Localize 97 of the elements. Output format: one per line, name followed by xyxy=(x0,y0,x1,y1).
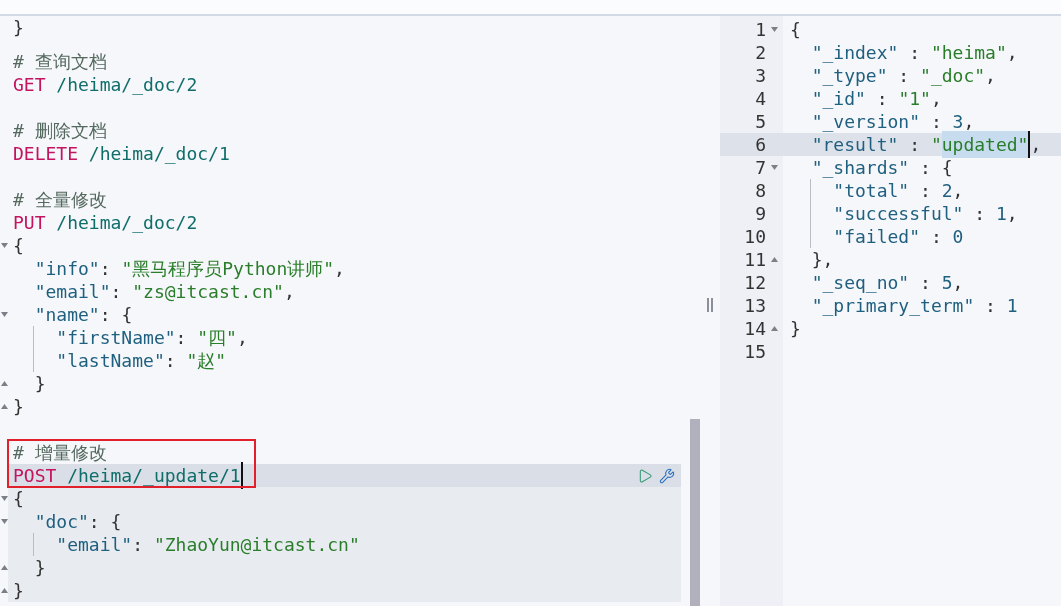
json-number: 1 xyxy=(1006,294,1018,318)
punctuation: , xyxy=(283,280,295,304)
line-number: 15 xyxy=(743,340,766,364)
line-number: 14 xyxy=(743,317,766,341)
punctuation: : xyxy=(984,294,997,318)
line-number: 13 xyxy=(743,294,766,318)
fold-up-icon[interactable] xyxy=(0,404,8,409)
punctuation: : xyxy=(908,133,922,157)
punctuation: , xyxy=(963,110,975,134)
punctuation: : xyxy=(919,271,932,295)
punctuation: } xyxy=(13,16,24,40)
line-number: 4 xyxy=(754,87,766,111)
fold-up-icon[interactable] xyxy=(0,588,8,593)
fold-up-icon[interactable] xyxy=(0,381,8,386)
json-number: 0 xyxy=(952,225,964,249)
json-string: "_doc" xyxy=(920,64,986,88)
punctuation: : xyxy=(132,533,145,557)
comment-text: # 全量修改 xyxy=(13,188,107,212)
punctuation: { xyxy=(13,234,24,258)
punctuation: : xyxy=(919,179,932,203)
comment-text: # 增量修改 xyxy=(13,441,107,465)
json-string: "heima" xyxy=(930,41,1007,65)
http-method: PUT xyxy=(13,211,46,235)
json-string: updated" xyxy=(941,131,1031,158)
comment-text: # 删除文档 xyxy=(13,119,107,143)
punctuation: : xyxy=(897,64,911,88)
json-string: "zs@itcast.cn" xyxy=(132,280,284,304)
punctuation: , xyxy=(1006,202,1018,226)
punctuation: , xyxy=(1006,41,1018,65)
punctuation: , xyxy=(1030,133,1042,157)
line-number: 12 xyxy=(743,271,766,295)
punctuation: } xyxy=(13,579,24,603)
punctuation: } xyxy=(13,395,24,419)
json-number: 2 xyxy=(941,179,953,203)
punctuation: : xyxy=(110,280,123,304)
punctuation: : xyxy=(875,87,889,111)
scrollbar-thumb[interactable] xyxy=(690,419,700,606)
line-number: 7 xyxy=(754,156,766,180)
json-number: 3 xyxy=(952,110,964,134)
line-number: 3 xyxy=(754,64,766,88)
punctuation: : { xyxy=(919,156,953,180)
json-string: "赵" xyxy=(186,349,227,373)
punctuation: , xyxy=(952,271,964,295)
line-number: 10 xyxy=(743,225,766,249)
punctuation: : xyxy=(175,326,188,350)
punctuation: : xyxy=(164,349,177,373)
fold-down-icon[interactable] xyxy=(771,165,778,170)
fold-down-icon[interactable] xyxy=(0,519,8,524)
line-number: 2 xyxy=(754,41,766,65)
punctuation: , xyxy=(952,179,964,203)
punctuation: : { xyxy=(99,303,133,327)
request-path: /heima/_doc/1 xyxy=(88,142,230,166)
fold-down-icon[interactable] xyxy=(771,27,778,32)
json-string: "四" xyxy=(197,326,237,350)
line-number: 6 xyxy=(754,133,766,157)
json-number: 1 xyxy=(995,202,1007,226)
json-string: " xyxy=(930,133,942,157)
fold-up-icon[interactable] xyxy=(771,326,778,331)
punctuation: { xyxy=(13,487,24,511)
resize-handle[interactable] xyxy=(707,298,713,312)
punctuation: : { xyxy=(88,510,122,534)
punctuation: , xyxy=(930,87,942,111)
punctuation: , xyxy=(236,326,248,350)
line-number: 8 xyxy=(754,179,766,203)
line-number: 5 xyxy=(754,110,766,134)
wrench-icon[interactable] xyxy=(659,467,675,484)
json-string: "黑马程序员Python讲师" xyxy=(121,257,335,281)
punctuation: , xyxy=(334,257,345,281)
http-method: DELETE xyxy=(13,142,79,166)
punctuation: : xyxy=(973,202,987,226)
punctuation: : xyxy=(929,225,943,249)
punctuation: , xyxy=(985,64,996,88)
json-string: "1" xyxy=(898,87,931,111)
play-icon[interactable] xyxy=(637,467,653,484)
fold-down-icon[interactable] xyxy=(0,496,8,501)
http-method: POST xyxy=(13,464,57,488)
line-number: 11 xyxy=(743,248,766,272)
punctuation: : xyxy=(99,257,112,281)
fold-up-icon[interactable] xyxy=(771,257,778,262)
fold-up-icon[interactable] xyxy=(0,565,8,570)
json-string: "ZhaoYun@itcast.cn" xyxy=(153,533,360,557)
json-number: 5 xyxy=(941,271,953,295)
request-path: /heima/_doc/2 xyxy=(56,211,198,235)
request-path: /heima/_doc/2 xyxy=(56,73,198,97)
punctuation: { xyxy=(790,18,801,42)
punctuation: }, xyxy=(811,248,834,272)
line-number: 1 xyxy=(754,18,766,42)
fold-down-icon[interactable] xyxy=(0,243,8,248)
punctuation: : xyxy=(929,110,943,134)
http-method: GET xyxy=(13,73,46,97)
punctuation: } xyxy=(34,372,46,396)
comment-text: # 查询文档 xyxy=(13,50,107,74)
line-number: 9 xyxy=(754,202,766,226)
punctuation: } xyxy=(34,556,46,580)
punctuation: : xyxy=(908,41,922,65)
fold-down-icon[interactable] xyxy=(0,312,8,317)
punctuation: } xyxy=(790,317,801,341)
